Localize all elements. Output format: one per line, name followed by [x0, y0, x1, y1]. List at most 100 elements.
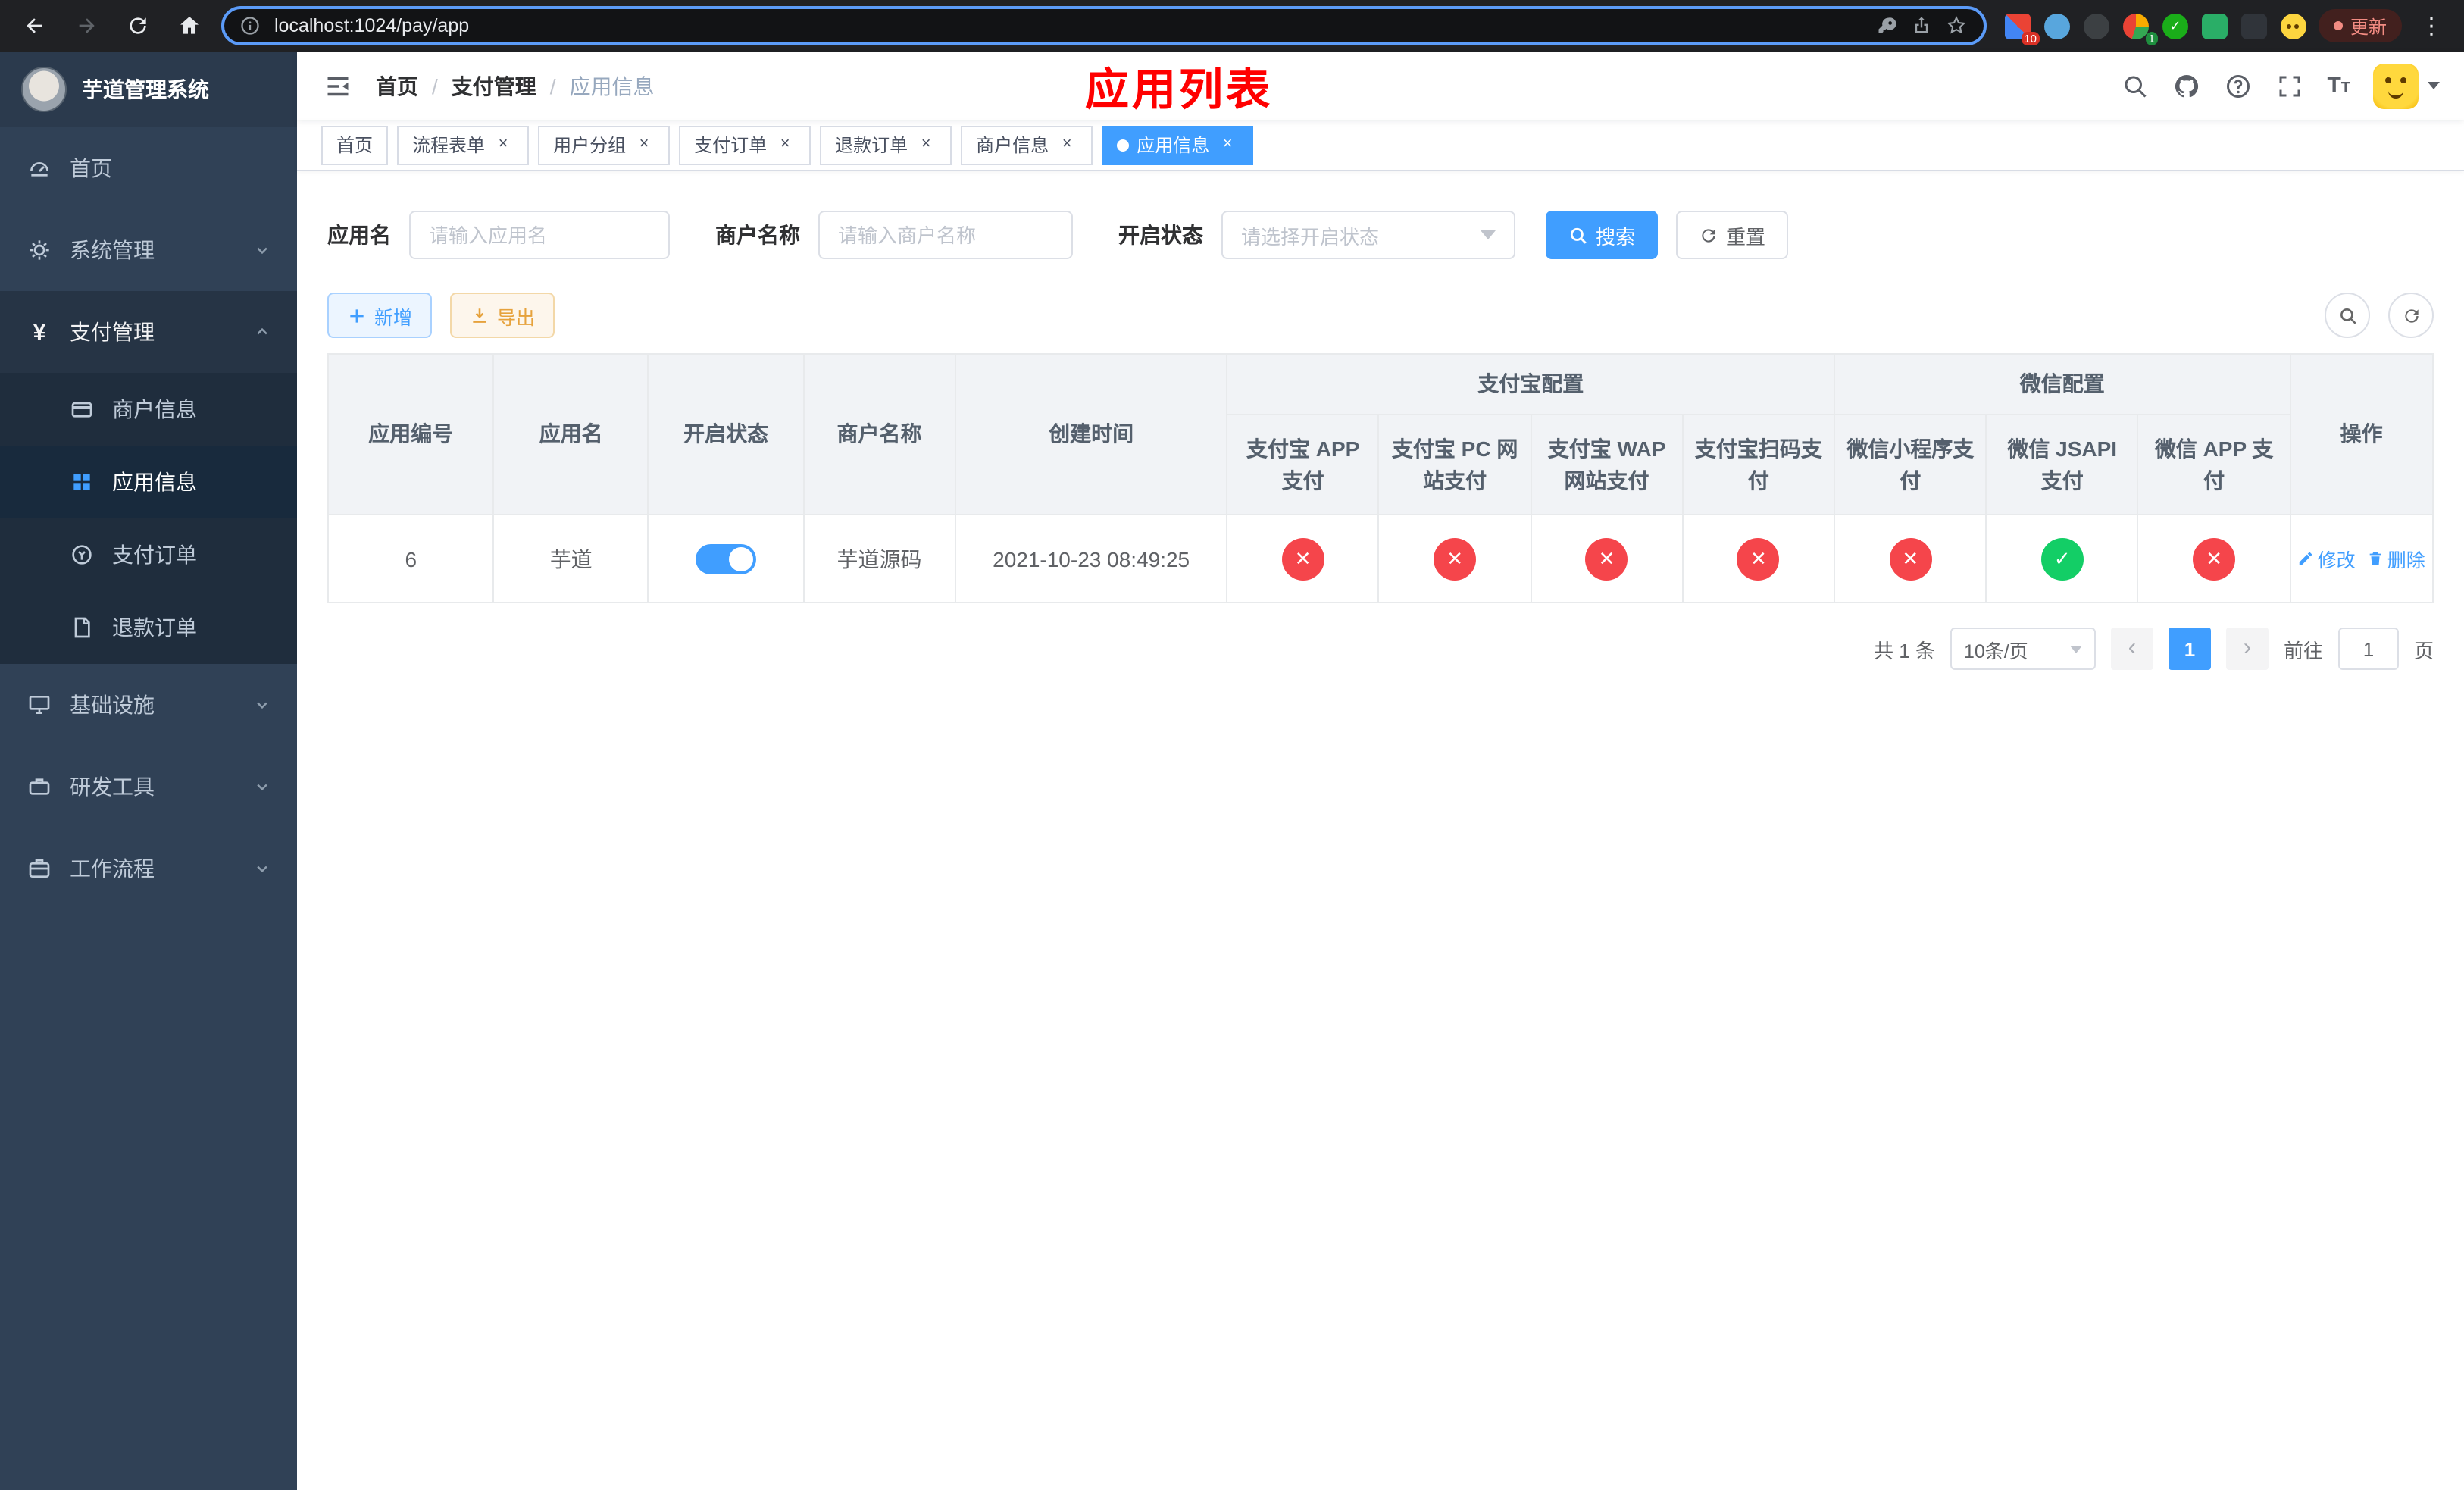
cell-app-id: 6 [327, 514, 495, 603]
avatar-extension-icon[interactable] [2280, 13, 2306, 39]
site-info-icon[interactable] [239, 14, 262, 37]
col-app-name: 应用名 [492, 353, 649, 515]
refresh-table-button[interactable] [2388, 293, 2434, 338]
export-button[interactable]: 导出 [450, 293, 555, 338]
payment-submenu: 商户信息 应用信息 支付订单 退款订单 [0, 373, 297, 664]
top-navbar: 首页 / 支付管理 / 应用信息 应用列表 T T [297, 52, 2464, 120]
update-label: 更新 [2350, 16, 2387, 37]
delete-link[interactable]: 删除 [2368, 544, 2425, 573]
app-name-input[interactable] [409, 211, 670, 259]
reload-icon[interactable] [118, 6, 158, 45]
extension-icon[interactable]: 1 [2122, 13, 2158, 45]
col-wx-jsapi: 微信 JSAPI 支付 [1985, 414, 2139, 515]
extensions-strip: 10 1 ✓ [2004, 13, 2306, 45]
extension-icon[interactable] [2043, 13, 2070, 39]
sidebar-item-payment[interactable]: ¥ 支付管理 [0, 291, 297, 373]
chevron-down-icon [1481, 230, 1496, 239]
status-select[interactable]: 请选择开启状态 [1221, 211, 1515, 259]
home-icon[interactable] [170, 6, 209, 45]
extension-icon[interactable]: ✓ [2162, 13, 2188, 39]
tag-app-info-active[interactable]: 应用信息 × [1102, 125, 1254, 164]
sidebar-item-label: 研发工具 [70, 775, 155, 799]
tag-user-group[interactable]: 用户分组 × [538, 125, 671, 164]
tag-process-form[interactable]: 流程表单 × [397, 125, 530, 164]
extension-icon[interactable] [2083, 13, 2109, 39]
share-icon[interactable] [1911, 14, 1934, 37]
bookmark-star-icon[interactable] [1946, 14, 1968, 37]
page-size-select[interactable]: 10条/页 [1950, 628, 2096, 670]
app-title: 芋道管理系统 [82, 77, 209, 102]
extension-icon[interactable] [2201, 13, 2228, 39]
pencil-icon [2300, 552, 2312, 565]
tag-refund-order[interactable]: 退款订单 × [820, 125, 952, 164]
col-actions: 操作 [2289, 353, 2434, 515]
tag-pay-order[interactable]: 支付订单 × [679, 125, 811, 164]
edit-link[interactable]: 修改 [2298, 544, 2356, 573]
browser-update-button[interactable]: 更新 [2318, 9, 2402, 42]
search-icon[interactable] [2121, 71, 2150, 100]
sidebar-item-pay-order[interactable]: 支付订单 [0, 518, 297, 591]
col-app-id: 应用编号 [327, 353, 495, 515]
browser-toolbar: localhost:1024/pay/app 10 1 ✓ 更新 ⋮ [0, 0, 2464, 52]
browser-menu-icon[interactable]: ⋮ [2414, 12, 2449, 39]
col-create-time: 创建时间 [954, 353, 1228, 515]
page-content: 应用名 商户名称 开启状态 请选择开启状态 搜索 重置 [297, 171, 2464, 715]
add-button[interactable]: 新增 [327, 293, 433, 338]
sidebar-item-app-info[interactable]: 应用信息 [0, 446, 297, 518]
col-wx-mini: 微信小程序支付 [1834, 414, 1987, 515]
breadcrumb: 首页 / 支付管理 / 应用信息 [376, 70, 655, 101]
merchant-name-label: 商户名称 [715, 223, 800, 247]
pagination: 共 1 条 10条/页 ‹ 1 › 前往 页 [327, 628, 2434, 715]
close-icon[interactable]: × [633, 134, 655, 155]
cell-merchant: 芋道源码 [802, 514, 956, 603]
github-icon[interactable] [2172, 71, 2201, 100]
sidebar-item-infra[interactable]: 基础设施 [0, 664, 297, 746]
sidebar-item-dev-tools[interactable]: 研发工具 [0, 746, 297, 828]
close-icon[interactable]: × [915, 134, 937, 155]
password-key-icon[interactable] [1876, 14, 1899, 37]
prev-page-button[interactable]: ‹ [2110, 628, 2153, 670]
reset-button[interactable]: 重置 [1676, 211, 1789, 259]
forward-icon[interactable] [67, 6, 106, 45]
tag-merchant-info[interactable]: 商户信息 × [961, 125, 1093, 164]
goto-page-input[interactable] [2337, 628, 2399, 670]
sidebar-item-label: 工作流程 [70, 856, 155, 881]
wx-app-status-icon: ✕ [2193, 537, 2236, 580]
sidebar-item-workflow[interactable]: 工作流程 [0, 828, 297, 909]
download-icon [473, 308, 486, 322]
col-group-wechat: 微信配置 [1834, 353, 2291, 415]
search-button[interactable]: 搜索 [1546, 211, 1659, 259]
collapse-sidebar-icon[interactable] [321, 69, 355, 102]
sidebar-item-home[interactable]: 首页 [0, 127, 297, 209]
caret-down-icon [2428, 82, 2440, 89]
address-bar[interactable]: localhost:1024/pay/app [221, 6, 1987, 45]
breadcrumb-pay[interactable]: 支付管理 [452, 70, 536, 101]
merchant-name-input[interactable] [818, 211, 1073, 259]
sidebar-logo[interactable]: 芋道管理系统 [0, 52, 297, 127]
font-size-icon[interactable]: TT [2327, 73, 2350, 99]
close-icon[interactable]: × [1056, 134, 1077, 155]
col-alipay-app: 支付宝 APP 支付 [1226, 414, 1380, 515]
tag-home[interactable]: 首页 [321, 125, 389, 164]
toggle-search-button[interactable] [2325, 293, 2370, 338]
close-icon[interactable]: × [774, 134, 796, 155]
status-toggle[interactable] [696, 543, 757, 574]
page-1-button[interactable]: 1 [2168, 628, 2211, 670]
back-icon[interactable] [15, 6, 55, 45]
fullscreen-icon[interactable] [2275, 71, 2304, 100]
close-icon[interactable]: × [1217, 134, 1238, 155]
col-alipay-wap: 支付宝 WAP 网站支付 [1530, 414, 1684, 515]
user-menu[interactable] [2373, 63, 2440, 108]
yen-icon: ¥ [33, 319, 46, 345]
navbar-actions: TT [2121, 63, 2440, 108]
sidebar-item-merchant-info[interactable]: 商户信息 [0, 373, 297, 446]
extension-icon[interactable] [2240, 13, 2267, 39]
breadcrumb-home[interactable]: 首页 [376, 70, 418, 101]
alipay-wap-status-icon: ✕ [1585, 537, 1628, 580]
help-icon[interactable] [2224, 71, 2253, 100]
sidebar-item-refund-order[interactable]: 退款订单 [0, 591, 297, 664]
close-icon[interactable]: × [492, 134, 514, 155]
extension-icon[interactable]: 10 [2004, 13, 2040, 45]
sidebar-item-system[interactable]: 系统管理 [0, 209, 297, 291]
next-page-button[interactable]: › [2225, 628, 2269, 670]
